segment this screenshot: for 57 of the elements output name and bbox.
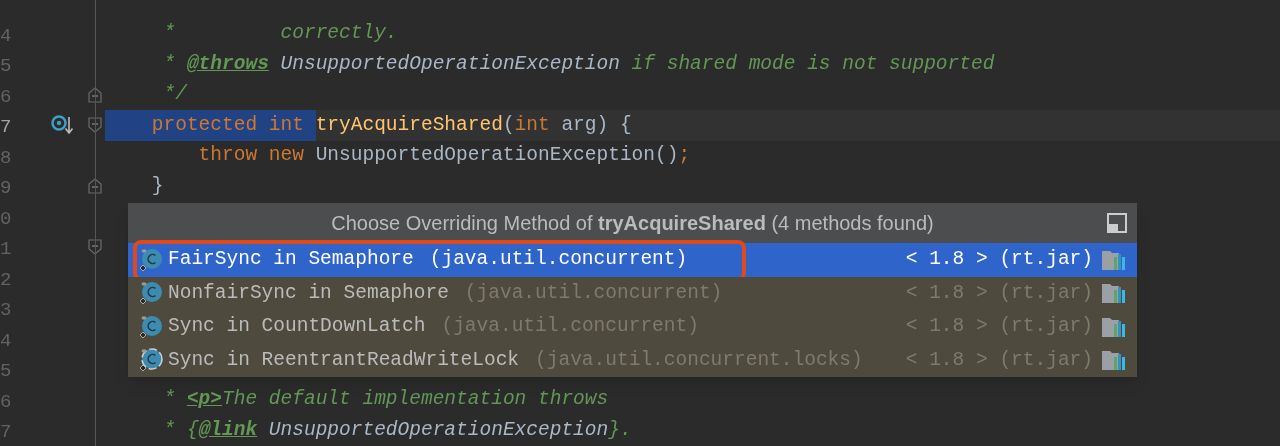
class-icon [138, 280, 164, 307]
code-text: ( [502, 112, 515, 138]
class-icon [138, 246, 164, 273]
code-text: protected int [105, 110, 316, 141]
line-number: 2 [0, 267, 12, 293]
line-number: 1 [0, 237, 12, 262]
method-name: Sync in ReentrantReadWriteLock [168, 347, 520, 373]
line-number: 7 [0, 420, 12, 445]
line-number: 8 [0, 145, 12, 171]
line-number: 5 [0, 359, 12, 384]
library-icon [1101, 349, 1127, 372]
line-number: 4 [0, 23, 12, 49]
code-text: if shared mode is not supported [630, 51, 995, 77]
line-number: 6 [0, 389, 12, 415]
code-text: } [150, 173, 164, 199]
code-text: The default implementation throws [222, 387, 609, 413]
code-text: <p> [186, 387, 223, 413]
code-text: UnsupportedOperationException [267, 417, 609, 443]
code-text: throw new [197, 143, 305, 169]
line-number: 6 [0, 84, 12, 110]
code-text: * { [162, 417, 199, 443]
library-icon [1101, 315, 1127, 338]
fold-icon[interactable] [88, 117, 102, 133]
popup-title: Choose Overriding Method of tryAcquireShared (4 methods found) [331, 211, 934, 236]
code-text: arg) { [560, 112, 632, 138]
line-number: 5 [0, 54, 12, 79]
code-text: * [162, 387, 177, 413]
code-text: * [162, 51, 177, 77]
pin-icon[interactable] [1107, 213, 1127, 233]
code-text: tryAcquireShared [315, 112, 503, 138]
method-item[interactable]: FairSync in Semaphore (java.util.concurrent) < 1.8 > (rt.jar) [128, 243, 1137, 277]
code-text: UnsupportedOperationException() [315, 143, 679, 169]
line-number: 4 [0, 328, 12, 354]
library-icon [1101, 282, 1127, 305]
library-version: < 1.8 > (rt.jar) [905, 247, 1093, 273]
override-marker-icon[interactable] [51, 114, 73, 136]
code-text: ; [678, 143, 691, 169]
fold-icon[interactable] [88, 86, 102, 103]
code-text: }. [608, 417, 632, 443]
fold-icon[interactable] [88, 178, 102, 194]
line-number: 0 [0, 206, 12, 232]
code-text: */ [162, 82, 187, 108]
method-name: Sync in CountDownLatch [168, 314, 426, 340]
package-name: (java.util.concurrent) [429, 247, 688, 273]
code-text: @link [198, 417, 258, 443]
code-text: * correctly. [162, 21, 398, 47]
code-text: @throws [186, 51, 269, 77]
line-number: 3 [0, 298, 12, 323]
method-name: FairSync in Semaphore [168, 247, 414, 273]
class-icon [138, 313, 164, 340]
line-number: 7 [0, 115, 12, 140]
fold-icon[interactable] [88, 239, 102, 255]
code-text: UnsupportedOperationException [279, 51, 620, 77]
library-icon [1101, 248, 1127, 271]
method-name: NonfairSync in Semaphore [168, 280, 449, 306]
code-text: int [514, 112, 550, 138]
line-number: 9 [0, 176, 12, 201]
